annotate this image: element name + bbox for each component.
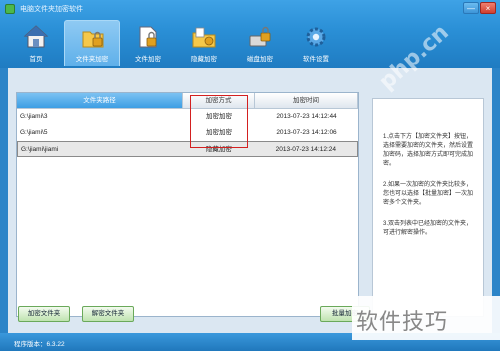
highlight-box <box>190 95 248 148</box>
row-time: 2013-07-23 14:12:06 <box>276 129 337 136</box>
help-panel: 1.点击下方【加密文件夹】按钮，选择需要加密的文件夹，然后设置加密码，选择加密方… <box>372 98 484 317</box>
encrypted-folder-table: 文件夹路径 加密方式 加密时间 G:\jiami\3 加密加密 2013-07-… <box>16 92 359 317</box>
decrypt-folder-button[interactable]: 解密文件夹 <box>82 306 134 322</box>
version-number: 6.3.22 <box>46 341 65 348</box>
column-header-time[interactable]: 加密时间 <box>255 93 358 109</box>
tool-home[interactable]: 首页 <box>8 20 64 66</box>
title-bar: 电脑文件夹加密软件 — × <box>0 0 500 18</box>
row-path: G:\jiami\3 <box>20 113 48 120</box>
version-text: 程序版本：6.3.22 <box>14 338 65 348</box>
row-path: G:\jiami\5 <box>20 129 48 136</box>
tool-hidden-encrypt-label: 隐藏加密 <box>191 56 217 63</box>
encrypt-folder-button[interactable]: 加密文件夹 <box>18 306 70 322</box>
help-step-1: 1.点击下方【加密文件夹】按钮，选择需要加密的文件夹，然后设置加密码，选择加密方… <box>383 134 474 167</box>
app-icon <box>5 4 15 14</box>
table-row[interactable]: G:\jiami\3 加密加密 2013-07-23 14:12:44 <box>17 109 358 125</box>
tool-file-encrypt-label: 文件加密 <box>135 56 161 63</box>
column-header-path[interactable]: 文件夹路径 <box>17 93 183 109</box>
window-controls: — × <box>463 2 496 14</box>
table-header: 文件夹路径 加密方式 加密时间 <box>17 93 358 109</box>
window-title: 电脑文件夹加密软件 <box>20 6 83 13</box>
disk-lock-icon <box>249 26 271 47</box>
brand-watermark: 软件技巧 <box>352 296 500 340</box>
table-row[interactable]: G:\jiami\5 加密加密 2013-07-23 14:12:06 <box>17 125 358 141</box>
file-lock-icon <box>139 26 157 48</box>
tool-disk-encrypt[interactable]: 磁盘加密 <box>232 20 288 66</box>
tool-settings-label: 软件设置 <box>303 56 329 63</box>
minimize-icon[interactable]: — <box>463 2 479 14</box>
hidden-lock-icon <box>192 27 216 48</box>
help-step-2: 2.如果一次加密的文件夹比较多，您也可以选择【批量加密】一次加密多个文件夹。 <box>383 182 474 206</box>
table-body: G:\jiami\3 加密加密 2013-07-23 14:12:44 G:\j… <box>17 109 358 157</box>
house-icon <box>23 25 49 48</box>
tool-hidden-encrypt[interactable]: 隐藏加密 <box>176 20 232 66</box>
tool-folder-encrypt[interactable]: 文件夹加密 <box>64 20 120 66</box>
tool-file-encrypt[interactable]: 文件加密 <box>120 20 176 66</box>
table-row-selected[interactable]: G:\jiami\jiami 隐藏加密 2013-07-23 14:12:24 <box>17 141 358 157</box>
folder-lock-icon <box>82 31 104 48</box>
row-path: G:\jiami\jiami <box>21 146 59 153</box>
close-icon[interactable]: × <box>480 2 496 14</box>
tool-settings[interactable]: 软件设置 <box>288 20 344 66</box>
main-toolbar: 首页 文件夹加密 文件加密 隐藏加密 磁盘加密 软件设置 <box>8 20 344 68</box>
tool-folder-encrypt-label: 文件夹加密 <box>75 56 109 63</box>
main-content: 文件夹路径 加密方式 加密时间 G:\jiami\3 加密加密 2013-07-… <box>8 68 492 333</box>
row-time: 2013-07-23 14:12:24 <box>275 146 336 153</box>
tool-disk-encrypt-label: 磁盘加密 <box>247 56 273 63</box>
row-time: 2013-07-23 14:12:44 <box>276 113 337 120</box>
help-step-3: 3.双击列表中已经加密的文件夹，可进行解密操作。 <box>383 221 473 236</box>
brand-watermark-text: 软件技巧 <box>356 310 449 335</box>
version-label: 程序版本： <box>14 341 47 348</box>
tool-home-label: 首页 <box>29 56 43 63</box>
gear-icon <box>306 27 326 47</box>
